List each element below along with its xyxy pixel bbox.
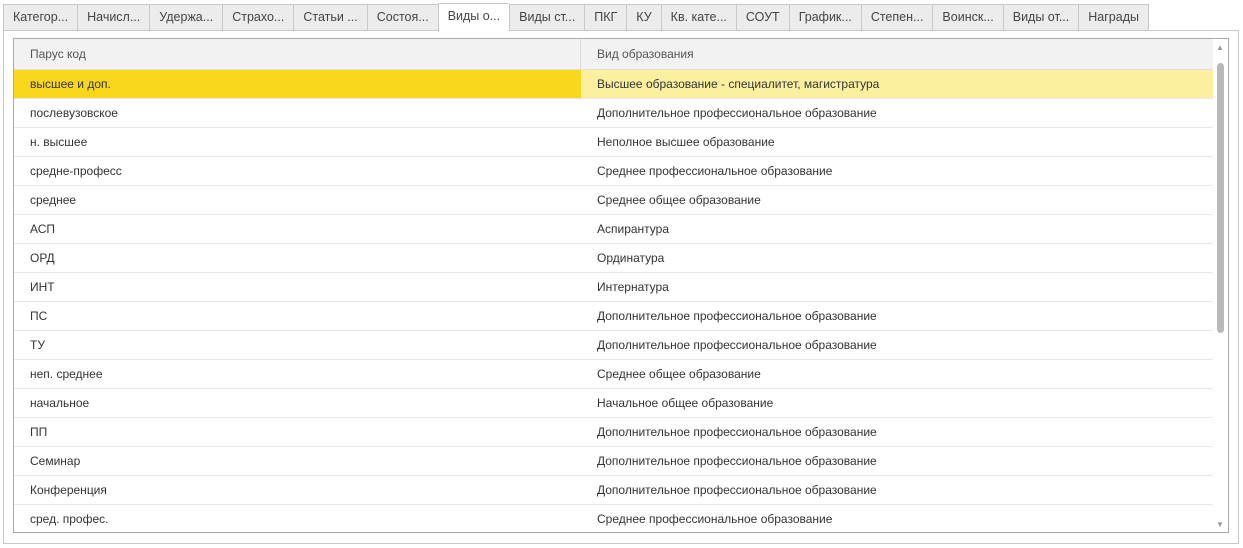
- table-row[interactable]: ОРД Ординатура: [14, 244, 1213, 273]
- education-type-cell[interactable]: Среднее общее образование: [581, 186, 1213, 214]
- scrollbar-thumb[interactable]: [1217, 63, 1224, 333]
- column-header-education-type[interactable]: Вид образования: [581, 39, 1213, 69]
- education-type-cell[interactable]: Неполное высшее образование: [581, 128, 1213, 156]
- tab-9[interactable]: КУ: [626, 4, 661, 31]
- table-row[interactable]: средне-професс Среднее профессиональное о…: [14, 157, 1213, 186]
- table-header: Парус код Вид образования: [14, 39, 1213, 70]
- table-row[interactable]: АСП Аспирантура: [14, 215, 1213, 244]
- table-row[interactable]: неп. среднее Среднее общее образование: [14, 360, 1213, 389]
- education-type-cell[interactable]: Дополнительное профессиональное образова…: [581, 418, 1213, 446]
- table-row[interactable]: начальное Начальное общее образование: [14, 389, 1213, 418]
- tab-5[interactable]: Состоя...: [366, 4, 438, 31]
- tab-15[interactable]: Виды от...: [1002, 4, 1079, 31]
- tab-3[interactable]: Страхо...: [222, 4, 294, 31]
- parus-code-cell[interactable]: АСП: [14, 215, 581, 243]
- tab-7[interactable]: Виды ст...: [509, 4, 585, 31]
- tab-2[interactable]: Удержа...: [149, 4, 223, 31]
- table-row[interactable]: Семинар Дополнительное профессиональное о…: [14, 447, 1213, 476]
- table-row[interactable]: среднее Среднее общее образование: [14, 186, 1213, 215]
- parus-code-cell[interactable]: Семинар: [14, 447, 581, 475]
- parus-code-cell[interactable]: ТУ: [14, 331, 581, 359]
- tab-bar: Категор... Начисл... Удержа... Страхо... Ста…: [3, 3, 1149, 32]
- education-type-cell[interactable]: Дополнительное профессиональное образова…: [581, 447, 1213, 475]
- table-row[interactable]: высшее и доп. Высшее образование - специа…: [14, 70, 1213, 99]
- education-type-cell[interactable]: Высшее образование - специалитет, магист…: [581, 70, 1213, 98]
- table-row[interactable]: н. высшее Неполное высшее образование: [14, 128, 1213, 157]
- tab-6[interactable]: Виды о...: [437, 3, 510, 32]
- table-row[interactable]: ИНТ Интернатура: [14, 273, 1213, 302]
- parus-code-cell[interactable]: высшее и доп.: [14, 70, 581, 98]
- parus-code-cell[interactable]: сред. профес.: [14, 505, 581, 532]
- tab-14[interactable]: Воинск...: [932, 4, 1003, 31]
- table-row[interactable]: Конференция Дополнительное профессиональн…: [14, 476, 1213, 505]
- education-type-cell[interactable]: Начальное общее образование: [581, 389, 1213, 417]
- parus-code-cell[interactable]: н. высшее: [14, 128, 581, 156]
- education-type-cell[interactable]: Ординатура: [581, 244, 1213, 272]
- education-type-cell[interactable]: Дополнительное профессиональное образова…: [581, 99, 1213, 127]
- table-row[interactable]: ПС Дополнительное профессиональное образо…: [14, 302, 1213, 331]
- tab-0[interactable]: Категор...: [3, 4, 78, 31]
- tab-11[interactable]: СОУТ: [735, 4, 789, 31]
- tab-4[interactable]: Статьи ...: [293, 4, 367, 31]
- education-types-table: Парус код Вид образования высшее и доп. В…: [13, 38, 1229, 533]
- parus-code-cell[interactable]: Конференция: [14, 476, 581, 504]
- tab-12[interactable]: График...: [788, 4, 861, 31]
- parus-code-cell[interactable]: начальное: [14, 389, 581, 417]
- parus-code-cell[interactable]: средне-професс: [14, 157, 581, 185]
- column-header-parus-code[interactable]: Парус код: [14, 39, 581, 69]
- education-type-cell[interactable]: Среднее профессиональное образование: [581, 505, 1213, 532]
- tab-13[interactable]: Степен...: [860, 4, 933, 31]
- parus-code-cell[interactable]: среднее: [14, 186, 581, 214]
- education-type-cell[interactable]: Среднее профессиональное образование: [581, 157, 1213, 185]
- parus-code-cell[interactable]: ИНТ: [14, 273, 581, 301]
- parus-code-cell[interactable]: ОРД: [14, 244, 581, 272]
- tab-8[interactable]: ПКГ: [584, 4, 627, 31]
- tab-10[interactable]: Кв. кате...: [660, 4, 736, 31]
- parus-code-cell[interactable]: послевузовское: [14, 99, 581, 127]
- education-type-cell[interactable]: Среднее общее образование: [581, 360, 1213, 388]
- education-type-cell[interactable]: Интернатура: [581, 273, 1213, 301]
- table-row[interactable]: ПП Дополнительное профессиональное образо…: [14, 418, 1213, 447]
- table-row[interactable]: сред. профес. Среднее профессиональное об…: [14, 505, 1213, 532]
- vertical-scrollbar[interactable]: ▲ ▼: [1213, 39, 1228, 532]
- scroll-down-icon[interactable]: ▼: [1216, 520, 1224, 529]
- tab-1[interactable]: Начисл...: [77, 4, 150, 31]
- education-type-cell[interactable]: Дополнительное профессиональное образова…: [581, 302, 1213, 330]
- education-type-cell[interactable]: Аспирантура: [581, 215, 1213, 243]
- parus-code-cell[interactable]: ПС: [14, 302, 581, 330]
- parus-code-cell[interactable]: неп. среднее: [14, 360, 581, 388]
- parus-code-cell[interactable]: ПП: [14, 418, 581, 446]
- education-type-cell[interactable]: Дополнительное профессиональное образова…: [581, 476, 1213, 504]
- scroll-up-icon[interactable]: ▲: [1216, 43, 1224, 52]
- education-type-cell[interactable]: Дополнительное профессиональное образова…: [581, 331, 1213, 359]
- table-row[interactable]: послевузовское Дополнительное профессиона…: [14, 99, 1213, 128]
- table-row[interactable]: ТУ Дополнительное профессиональное образо…: [14, 331, 1213, 360]
- tab-16[interactable]: Награды: [1078, 4, 1149, 31]
